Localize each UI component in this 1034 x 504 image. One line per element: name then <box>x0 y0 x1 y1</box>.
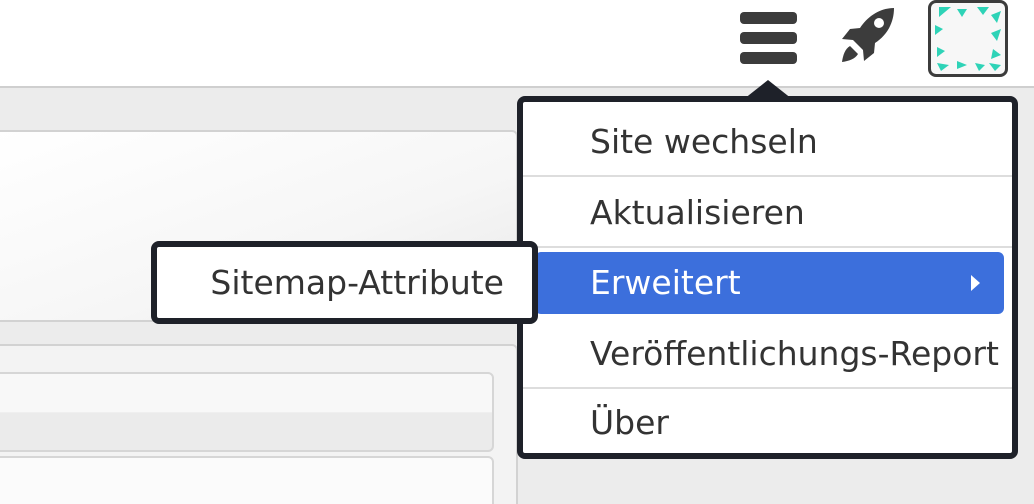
avatar[interactable] <box>928 0 1008 77</box>
list-item[interactable] <box>0 456 494 504</box>
rocket-icon[interactable] <box>836 6 900 66</box>
menu-item-aktualisieren[interactable]: Aktualisieren <box>523 179 1012 248</box>
top-header <box>0 0 1034 88</box>
hamburger-bar <box>740 52 797 64</box>
list-item[interactable] <box>0 372 494 452</box>
submenu-erweitert: Sitemap-Attribute <box>151 241 538 324</box>
menu-item-site-wechseln[interactable]: Site wechseln <box>523 108 1012 177</box>
menu-caret <box>744 80 792 99</box>
avatar-pattern-icon <box>935 7 1001 71</box>
hamburger-menu-icon[interactable] <box>740 12 797 64</box>
menu-item-erweitert[interactable]: Erweitert <box>535 252 1004 314</box>
menu-item-label: Erweitert <box>590 263 741 302</box>
chevron-right-icon <box>971 275 980 291</box>
submenu-item-sitemap-attribute[interactable]: Sitemap-Attribute <box>157 247 532 318</box>
menu-item-veroeffentlichungs-report[interactable]: Veröffentlichungs-Report <box>523 320 1012 389</box>
hamburger-bar <box>740 12 797 24</box>
menu-item-ueber[interactable]: Über <box>523 389 1012 458</box>
hamburger-bar <box>740 32 797 44</box>
main-dropdown-menu: Site wechseln Aktualisieren Erweitert Ve… <box>517 96 1018 459</box>
